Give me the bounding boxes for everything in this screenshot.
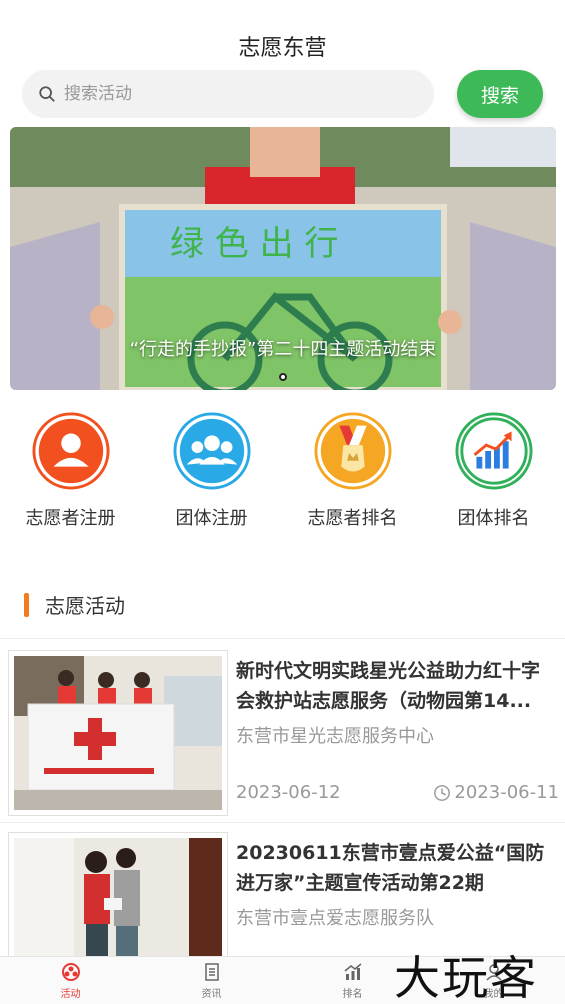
activity-start-date: 2023-06-12 bbox=[236, 782, 341, 803]
carousel-dot[interactable] bbox=[279, 373, 287, 381]
activity-title: 新时代文明实践星光公益助力红十字会救护站志愿服务（动物园第14... bbox=[236, 660, 541, 712]
section-accent-bar bbox=[24, 592, 29, 617]
tab-label: 排名 bbox=[342, 988, 363, 1000]
activity-organizer: 东营市壹点爱志愿服务队 bbox=[236, 908, 434, 929]
activity-thumbnail bbox=[8, 650, 228, 816]
activity-end-date: 2023-06-11 bbox=[433, 782, 559, 803]
banner-caption: “行走的手抄报”第二十四主题活动结束 bbox=[129, 339, 437, 360]
search-input[interactable] bbox=[64, 84, 384, 104]
divider bbox=[0, 638, 565, 639]
activity-organizer: 东营市星光志愿服务中心 bbox=[236, 726, 434, 747]
person-icon bbox=[31, 412, 110, 490]
news-icon bbox=[204, 962, 219, 981]
tab-news[interactable]: 资讯 bbox=[141, 957, 282, 1004]
section-header: 志愿活动 bbox=[24, 590, 125, 619]
quick-action-label: 团体排名 bbox=[457, 508, 530, 529]
section-title: 志愿活动 bbox=[45, 594, 125, 618]
tab-label: 活动 bbox=[60, 988, 81, 1000]
group-ranking-button[interactable]: 团体排名 bbox=[423, 412, 564, 542]
activity-end-date-text: 2023-06-11 bbox=[454, 782, 559, 803]
ranking-icon bbox=[344, 962, 361, 980]
banner-poster-text: 绿 色 出 行 bbox=[170, 224, 338, 264]
volunteer-ranking-button[interactable]: 志愿者排名 bbox=[282, 412, 423, 542]
activity-photo bbox=[14, 656, 222, 810]
quick-action-label: 志愿者注册 bbox=[25, 508, 116, 529]
quick-action-label: 团体注册 bbox=[175, 508, 248, 529]
search-button[interactable]: 搜索 bbox=[457, 70, 543, 118]
quick-action-label: 志愿者排名 bbox=[307, 508, 398, 529]
chart-icon bbox=[454, 412, 533, 490]
page-title: 志愿东营 bbox=[238, 36, 327, 61]
tab-label: 资讯 bbox=[201, 988, 222, 1000]
carousel-indicator bbox=[10, 373, 556, 381]
clock-icon bbox=[434, 784, 451, 801]
tab-activity[interactable]: 活动 bbox=[0, 957, 141, 1004]
medal-icon bbox=[313, 412, 392, 490]
watermark: 大玩客 bbox=[394, 951, 538, 1004]
banner-carousel[interactable]: 绿 色 出 行 “行走的手抄报”第二十四主题活动结束 bbox=[10, 127, 556, 390]
volunteer-register-button[interactable]: 志愿者注册 bbox=[0, 412, 141, 542]
search-bar[interactable] bbox=[22, 70, 434, 118]
quick-actions: 志愿者注册 团体注册 志愿者排名 团体排名 bbox=[0, 412, 565, 542]
activity-icon bbox=[61, 962, 80, 981]
group-register-button[interactable]: 团体注册 bbox=[141, 412, 282, 542]
activity-title: 20230611东营市壹点爱公益“国防进万家”主题宣传活动第22期 bbox=[236, 842, 545, 894]
group-icon bbox=[172, 412, 251, 490]
activity-card[interactable]: 新时代文明实践星光公益助力红十字会救护站志愿服务（动物园第14... 东营市星光… bbox=[0, 640, 565, 820]
search-icon bbox=[39, 86, 55, 102]
